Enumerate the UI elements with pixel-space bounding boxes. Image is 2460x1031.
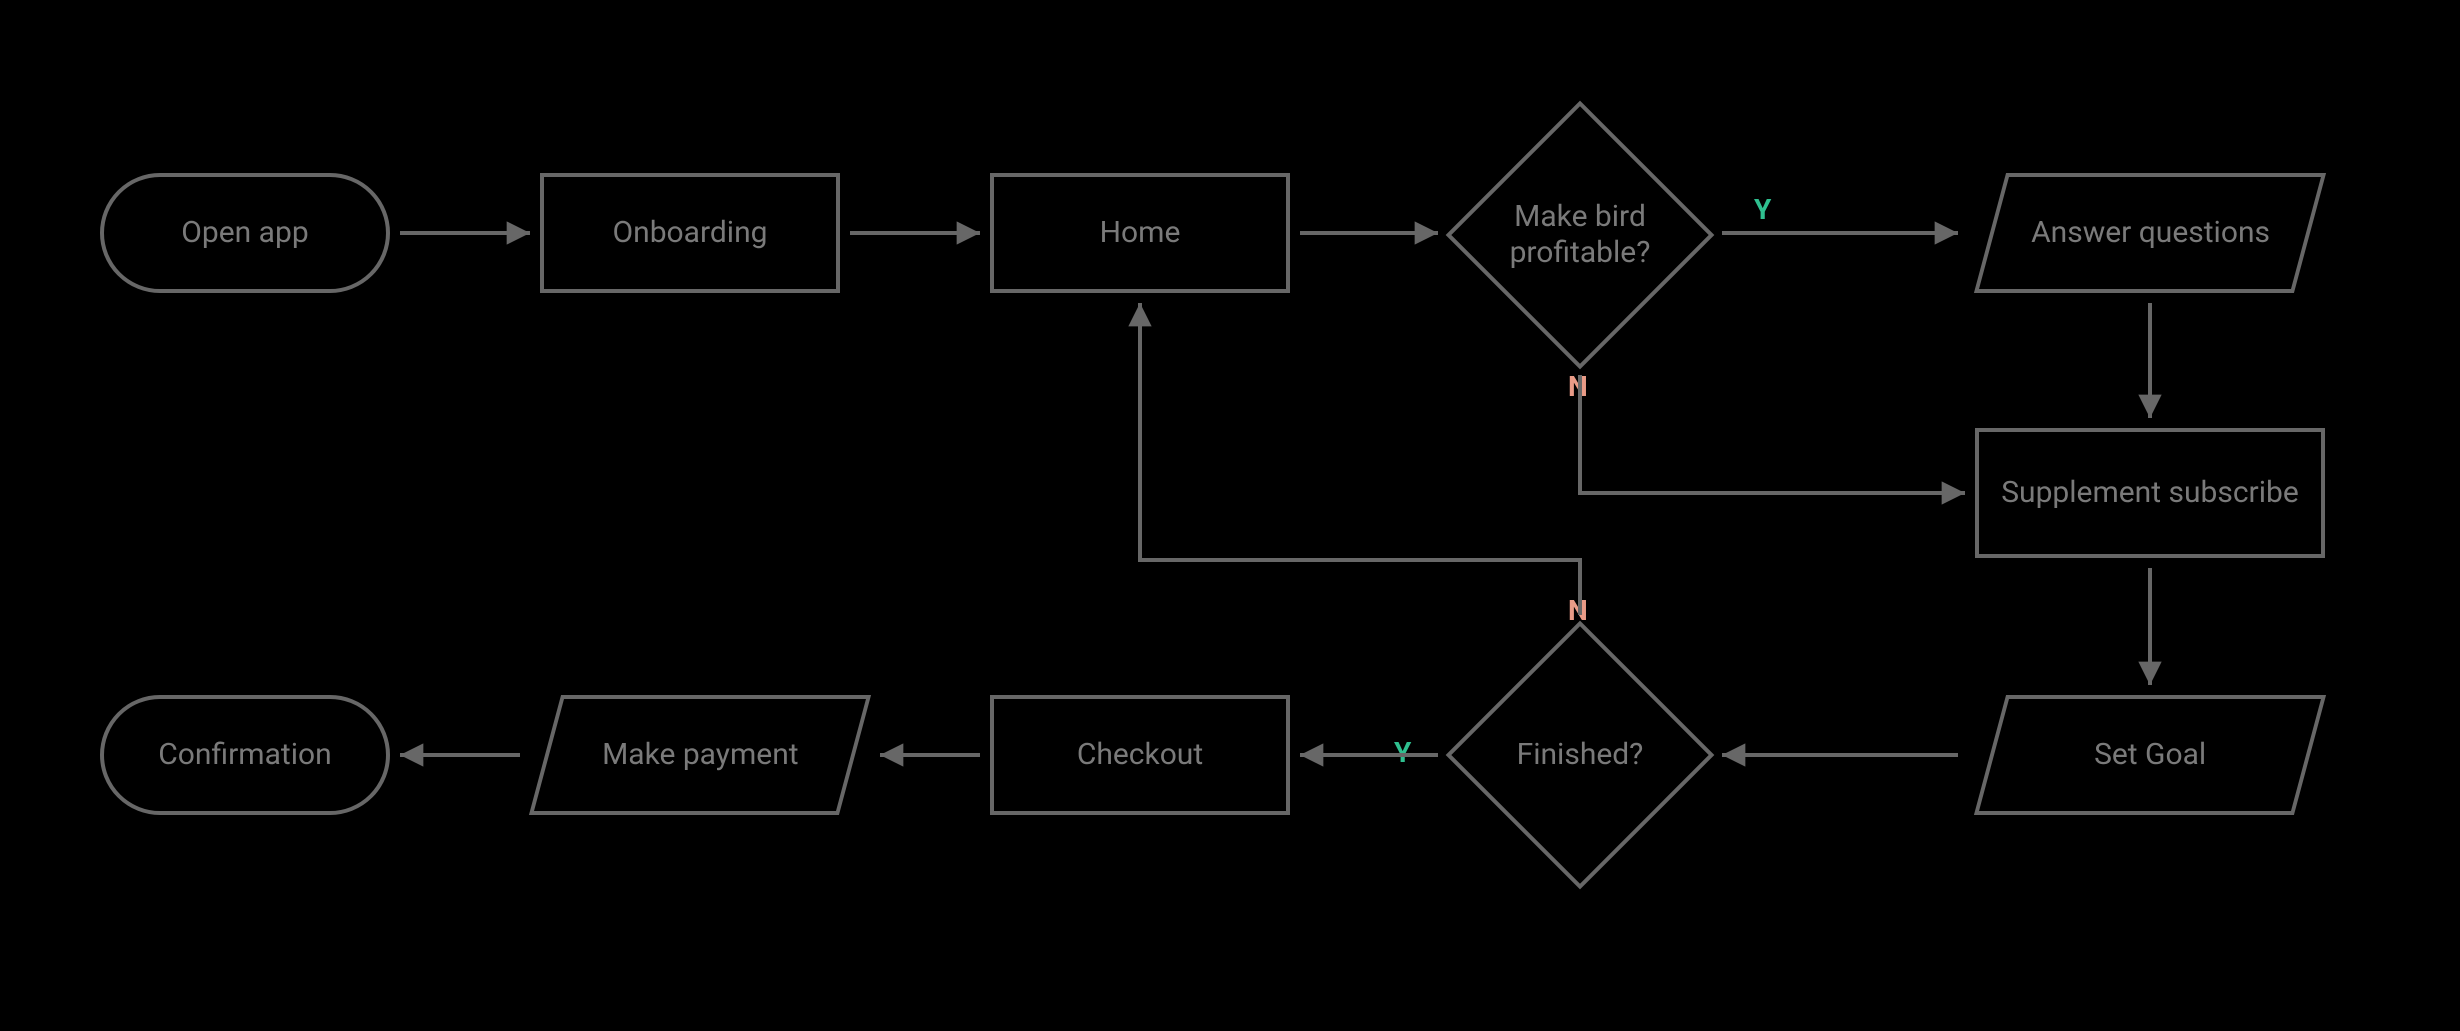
node-supplement-subscribe: Supplement subscribe	[1975, 428, 2325, 558]
node-open-app: Open app	[100, 173, 390, 293]
node-set-goal: Set Goal	[1974, 695, 2326, 815]
node-label: Answer questions	[2031, 214, 2270, 252]
node-label: Open app	[181, 214, 308, 252]
node-label: Finished?	[1517, 737, 1644, 773]
node-label: Set Goal	[2094, 736, 2206, 774]
node-label: Make bird profitable?	[1485, 199, 1675, 271]
node-label: Checkout	[1077, 736, 1203, 774]
edge-label-make-bird-no: N	[1568, 370, 1588, 403]
node-confirmation: Confirmation	[100, 695, 390, 815]
node-label: Confirmation	[158, 736, 331, 774]
node-checkout: Checkout	[990, 695, 1290, 815]
node-finished: Finished?	[1440, 615, 1720, 895]
node-label: Home	[1100, 214, 1181, 252]
node-make-bird-profitable: Make bird profitable?	[1440, 95, 1720, 375]
node-label: Make payment	[602, 736, 799, 774]
node-onboarding: Onboarding	[540, 173, 840, 293]
node-home: Home	[990, 173, 1290, 293]
node-answer-questions: Answer questions	[1974, 173, 2326, 293]
edge-label-make-bird-yes: Y	[1754, 193, 1771, 226]
node-label: Onboarding	[613, 214, 768, 252]
edge-label-finished-yes: Y	[1394, 736, 1411, 769]
node-label: Supplement subscribe	[2001, 474, 2299, 512]
edge-label-finished-no: N	[1568, 594, 1588, 627]
flowchart-canvas: Open app Onboarding Home Make bird profi…	[0, 0, 2460, 1031]
node-make-payment: Make payment	[529, 695, 871, 815]
